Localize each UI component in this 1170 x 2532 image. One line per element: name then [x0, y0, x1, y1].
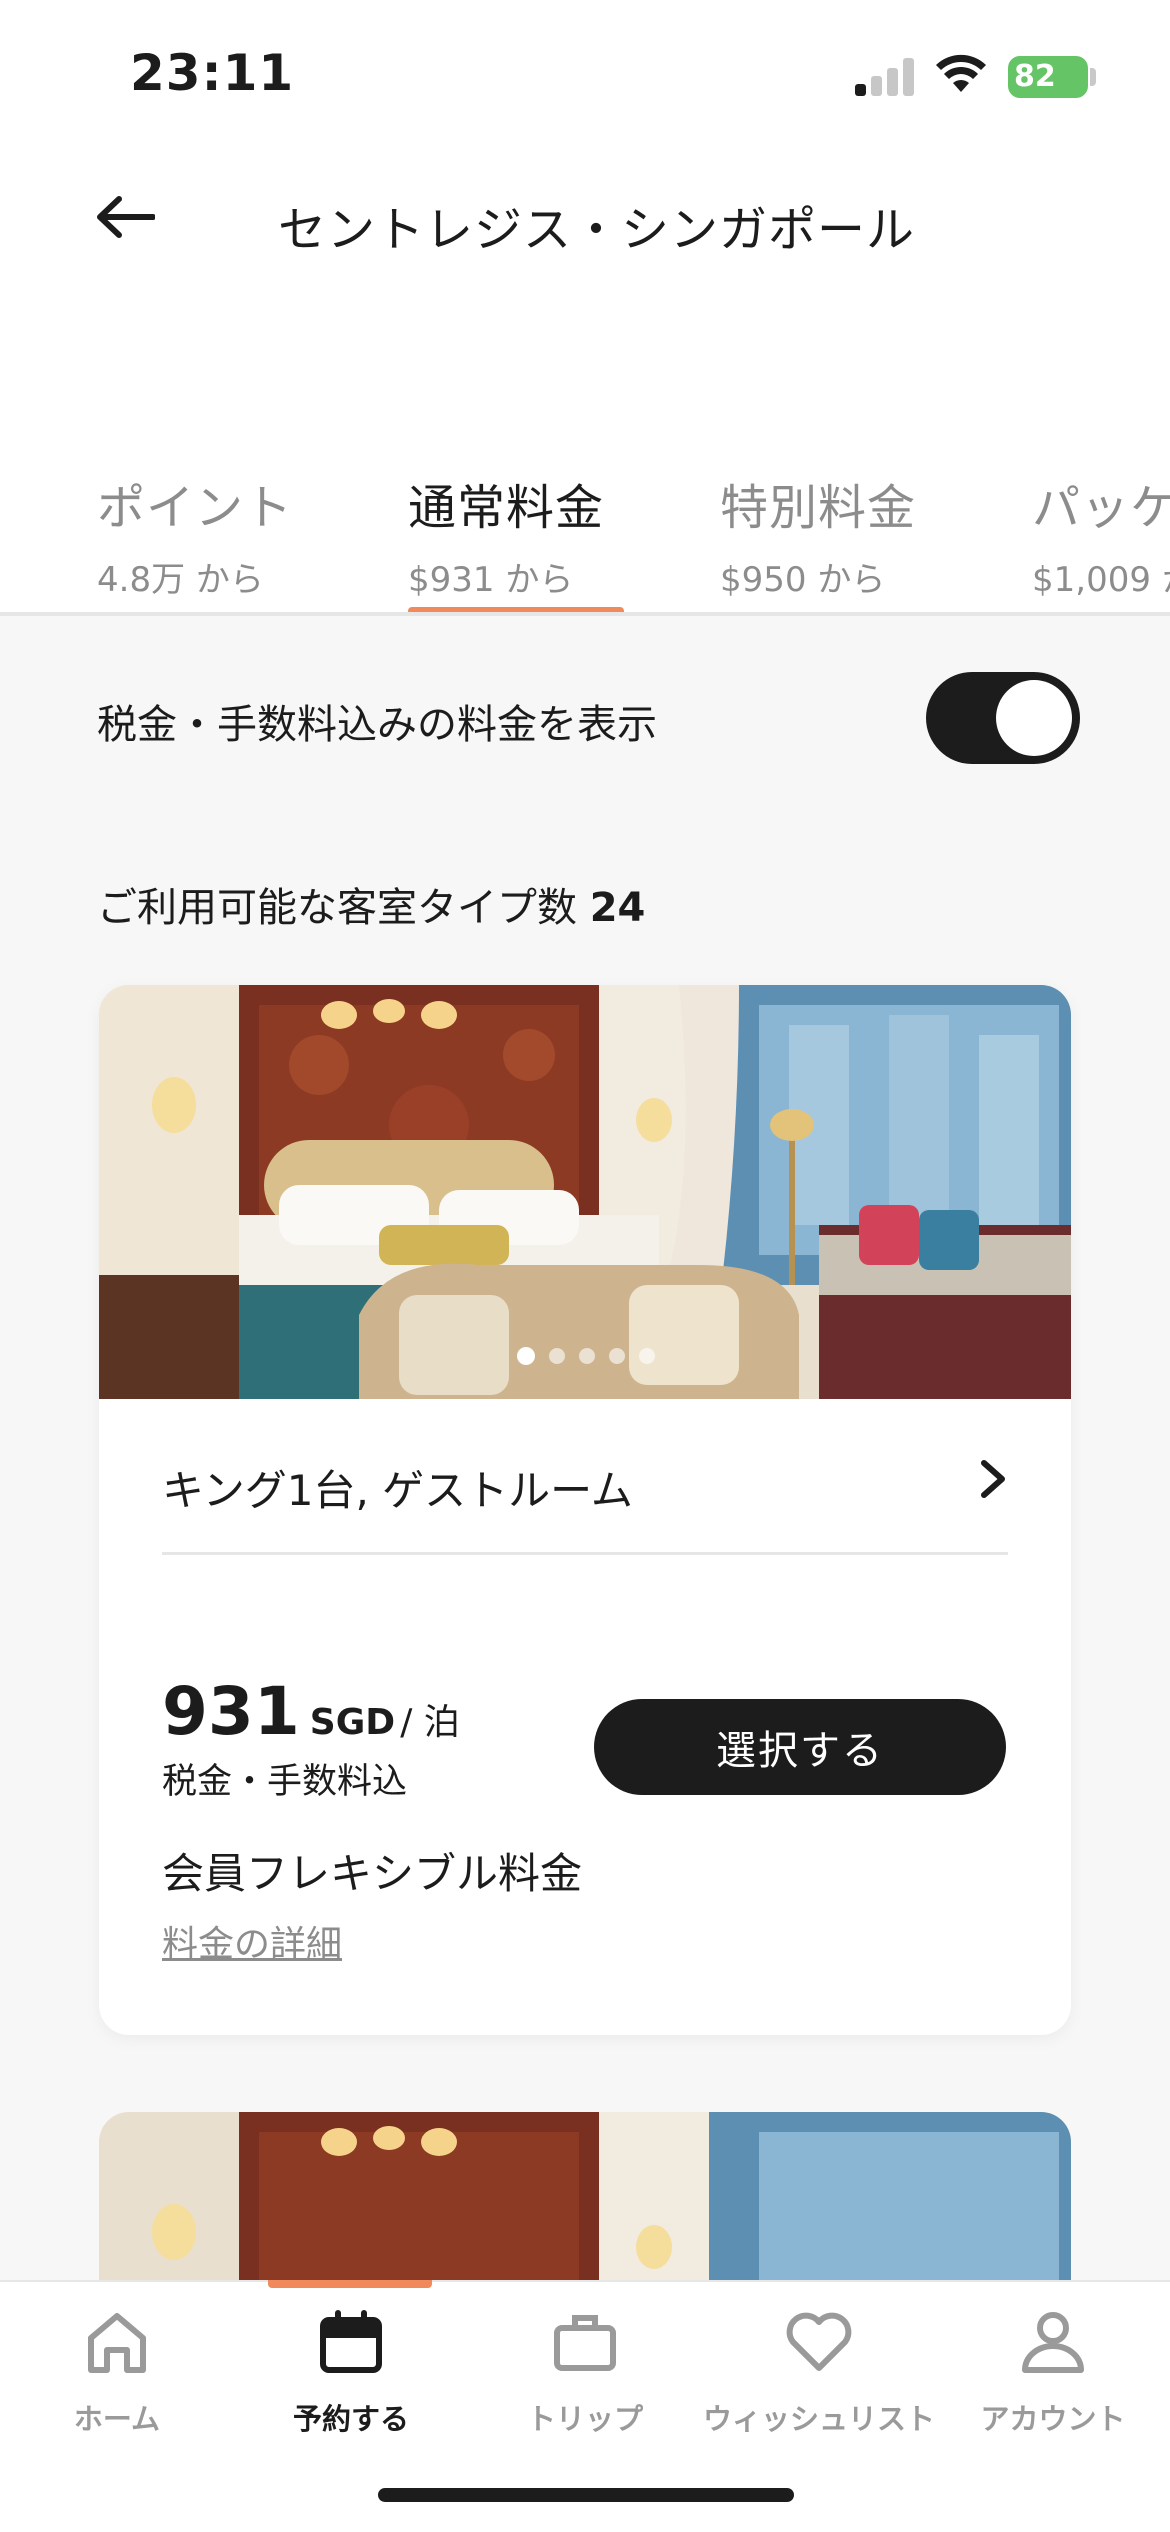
nav-account[interactable]: アカウント: [936, 2302, 1170, 2452]
select-room-button[interactable]: 選択する: [594, 1699, 1006, 1795]
tab-points[interactable]: ポイント 4.8万 から: [97, 468, 293, 613]
arrow-left-icon: [97, 196, 155, 238]
heart-icon: [786, 2312, 852, 2371]
status-time: 23:11: [130, 44, 295, 102]
battery-tip: [1090, 68, 1096, 86]
tax-toggle[interactable]: [926, 672, 1080, 764]
room-type-count: ご利用可能な客室タイプ数 24: [97, 875, 645, 933]
room-card: キング1台, ゲストルーム 931 SGD / 泊 税金・手数料込 選択する 会員…: [99, 985, 1071, 2035]
price-unit: / 泊: [400, 1702, 460, 1743]
tab-package[interactable]: パッケ $1,009 か: [1032, 468, 1170, 613]
home-indicator: [378, 2488, 794, 2502]
page-title: セントレジス・シンガポール: [278, 202, 916, 258]
account-icon: [1022, 2312, 1084, 2373]
toggle-knob: [996, 680, 1072, 756]
pagination-dot-1[interactable]: [517, 1347, 535, 1365]
room-count-value: 24: [589, 885, 646, 931]
price-currency: SGD: [309, 1702, 396, 1743]
nav-home[interactable]: ホーム: [0, 2302, 234, 2452]
tab-label: 通常料金: [408, 480, 605, 536]
nav-label: ウィッシュリスト: [702, 2402, 935, 2436]
signal-icon: [855, 56, 915, 96]
room-count-label: ご利用可能な客室タイプ数: [97, 885, 577, 931]
room-price: 931 SGD / 泊: [162, 1673, 460, 1750]
nav-label: 予約する: [292, 2402, 409, 2436]
tab-price: $931 から: [408, 560, 574, 600]
tab-standard-rate[interactable]: 通常料金 $931 から: [408, 468, 604, 613]
tab-price: 4.8万 から: [97, 560, 264, 600]
nav-label: トリップ: [526, 2402, 643, 2436]
pagination-dot-5[interactable]: [639, 1348, 655, 1364]
price-amount: 931: [162, 1673, 300, 1750]
price-note: 税金・手数料込: [162, 1762, 408, 1802]
tax-toggle-label: 税金・手数料込みの料金を表示: [97, 702, 657, 748]
briefcase-icon: [554, 2315, 616, 2371]
nav-book[interactable]: 予約する: [234, 2302, 468, 2452]
rate-name: 会員フレキシブル料金: [162, 1849, 583, 1898]
calendar-icon: [320, 2310, 382, 2373]
chevron-right-icon: [981, 1460, 1005, 1498]
pagination-dot-4[interactable]: [609, 1348, 625, 1364]
tab-label: 特別料金: [720, 480, 917, 536]
room-photo-illustration: [99, 985, 1071, 1399]
nav-label: アカウント: [980, 2402, 1126, 2436]
tab-label: ポイント: [97, 480, 294, 536]
nav-active-indicator: [268, 2280, 432, 2288]
wifi-icon: [936, 54, 986, 92]
photo-pagination: [517, 1347, 655, 1365]
nav-wishlist[interactable]: ウィッシュリスト: [702, 2302, 936, 2452]
tab-price: $950 から: [720, 560, 886, 600]
room-photo[interactable]: [99, 985, 1071, 1399]
nav-label: ホーム: [73, 2402, 161, 2436]
nav-trips[interactable]: トリップ: [468, 2302, 702, 2452]
pagination-dot-3[interactable]: [579, 1348, 595, 1364]
tab-special-rate[interactable]: 特別料金 $950 から: [720, 468, 916, 613]
rate-tabs: ポイント 4.8万 から 通常料金 $931 から 特別料金 $950 から パ…: [0, 468, 1170, 613]
pagination-dot-2[interactable]: [549, 1348, 565, 1364]
battery-icon: 82: [1008, 56, 1088, 98]
status-bar: 23:11 82: [0, 0, 1170, 140]
battery-level: 82: [1014, 59, 1056, 94]
tab-label: パッケ: [1032, 480, 1170, 536]
home-icon: [88, 2313, 146, 2373]
room-name: キング1台, ゲストルーム: [162, 1466, 633, 1515]
rate-details-link[interactable]: 料金の詳細: [162, 1915, 342, 1967]
tab-price: $1,009 か: [1032, 560, 1170, 600]
room-name-row[interactable]: キング1台, ゲストルーム: [162, 1399, 1008, 1555]
tax-toggle-row: 税金・手数料込みの料金を表示: [0, 616, 1170, 776]
back-button[interactable]: [90, 182, 160, 252]
